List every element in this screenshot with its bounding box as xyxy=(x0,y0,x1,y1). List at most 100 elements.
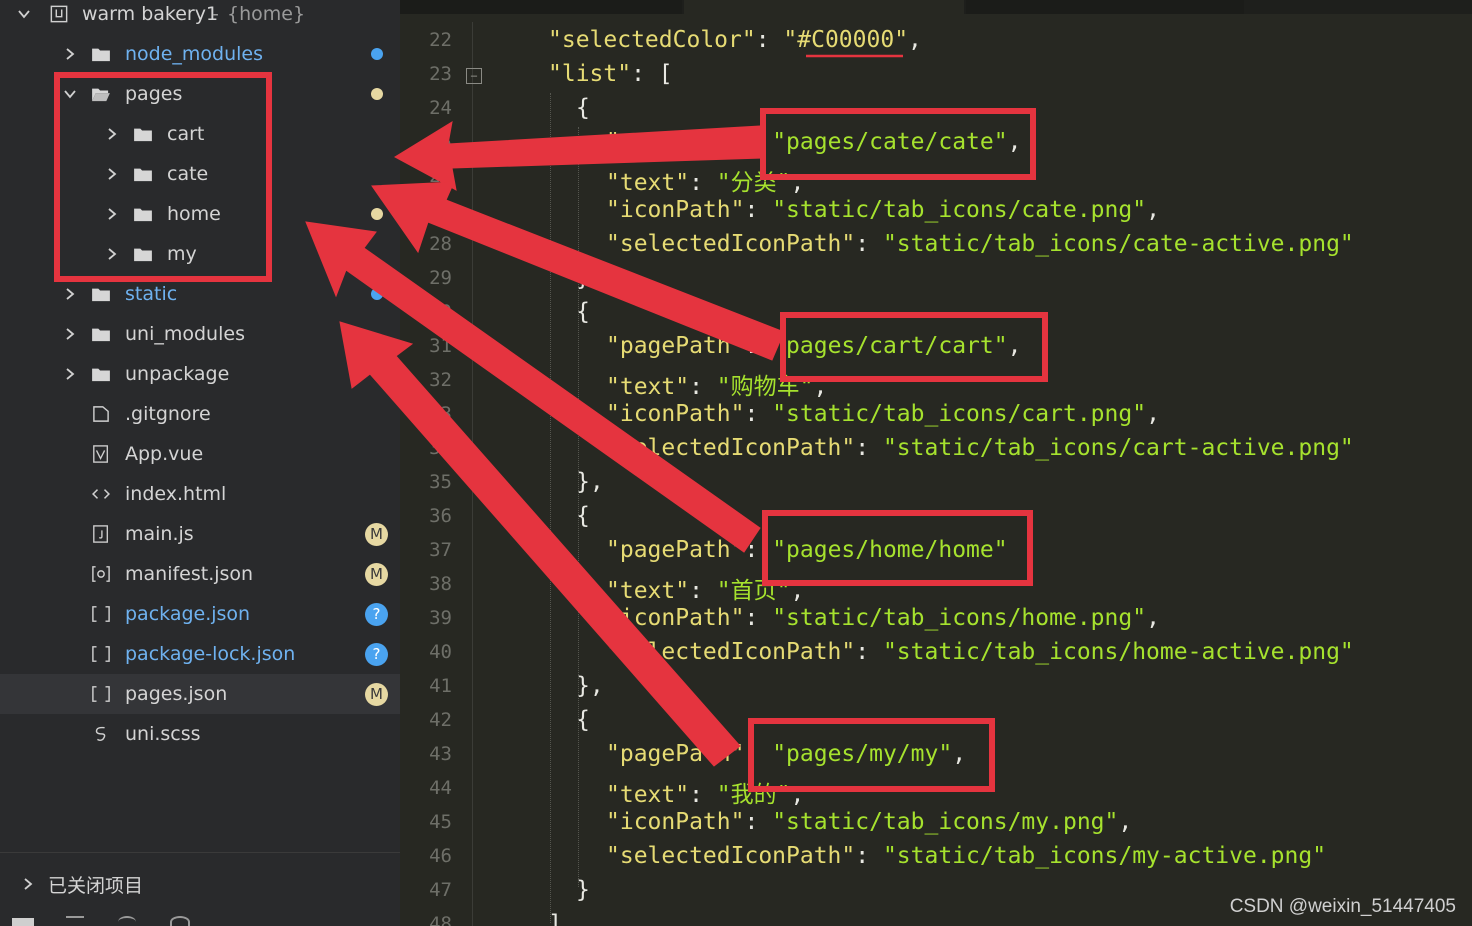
status-dot xyxy=(371,208,383,220)
gear-icon[interactable] xyxy=(66,916,84,926)
code-line[interactable]: "iconPath": "static/tab_icons/home.png", xyxy=(606,605,1160,631)
tree-item-label: uni.scss xyxy=(125,723,201,745)
editor-tab[interactable] xyxy=(400,0,682,14)
json-key: "text" xyxy=(606,782,690,808)
json-key: "text" xyxy=(606,374,690,400)
editor-tab[interactable] xyxy=(966,0,1244,14)
code-line[interactable]: "selectedIconPath": "static/tab_icons/ca… xyxy=(606,435,1354,461)
modified-badge: M xyxy=(365,522,388,546)
modified-badge: M xyxy=(365,562,388,586)
json-punctuation: : xyxy=(689,782,717,808)
project-root-row[interactable]: warm bakery1 - {home} xyxy=(0,0,400,34)
code-line[interactable]: "iconPath": "static/tab_icons/cate.png", xyxy=(606,197,1160,223)
json-key: "selectedIconPath" xyxy=(606,435,856,461)
json-punctuation: : xyxy=(855,231,883,257)
json-key: "list" xyxy=(548,61,632,87)
code-line[interactable]: "iconPath": "static/tab_icons/my.png", xyxy=(606,809,1132,835)
json-punctuation: }, xyxy=(576,673,604,699)
tree-file-app-vue[interactable]: App.vue xyxy=(0,434,400,474)
line-number: 31 xyxy=(429,335,452,357)
json-punctuation: : xyxy=(744,333,773,359)
json-key: "iconPath" xyxy=(606,605,745,631)
chevron-right-icon[interactable] xyxy=(62,366,78,382)
code-line[interactable]: "selectedIconPath": "static/tab_icons/my… xyxy=(606,843,1326,869)
json-punctuation: , xyxy=(1118,809,1133,835)
json-punctuation: : [ xyxy=(631,61,673,87)
closed-projects-label: 已关闭项目 xyxy=(48,874,144,897)
json-key: "text" xyxy=(606,578,690,604)
json-key: "selectedIconPath" xyxy=(606,843,856,869)
json-key: "iconPath" xyxy=(606,809,745,835)
json-punctuation: : xyxy=(744,401,773,427)
tree-item-label: .gitgnore xyxy=(125,403,211,425)
closed-projects-section[interactable]: 已关闭项目 xyxy=(0,852,400,915)
chevron-right-icon[interactable] xyxy=(62,286,78,302)
tree-file-manifest-json[interactable]: manifest.json M xyxy=(0,554,400,594)
line-number: 23 xyxy=(429,63,452,85)
line-number: 34 xyxy=(429,437,452,459)
tree-item-label: uni_modules xyxy=(125,323,245,345)
tree-file-pages-json[interactable]: pages.json M xyxy=(0,674,400,714)
tree-file-gitgnore[interactable]: .gitgnore xyxy=(0,394,400,434)
tree-file-index-html[interactable]: index.html xyxy=(0,474,400,514)
tree-file-package-lock-json[interactable]: package-lock.json? xyxy=(0,634,400,674)
chevron-right-icon[interactable] xyxy=(20,876,36,892)
json-punctuation: , xyxy=(1146,197,1160,223)
json-punctuation: , xyxy=(908,27,922,53)
json-punctuation: : xyxy=(744,197,773,223)
project-name: warm bakery1 xyxy=(82,3,219,25)
json-punctuation: : xyxy=(744,605,773,631)
json-key: "pagePath" xyxy=(606,333,745,359)
code-line[interactable]: "selectedIconPath": "static/tab_icons/ca… xyxy=(606,231,1354,257)
folder-icon[interactable] xyxy=(12,918,34,926)
globe-icon[interactable] xyxy=(170,916,190,926)
json-file-icon xyxy=(90,645,112,663)
pages-folder-highlight xyxy=(54,72,272,282)
json-punctuation: , xyxy=(1146,401,1160,427)
json-punctuation: : xyxy=(689,170,717,196)
tree-folder-unpackage[interactable]: unpackage xyxy=(0,354,400,394)
tree-file-main-js[interactable]: main.js M xyxy=(0,514,400,554)
json-punctuation: : xyxy=(689,578,717,604)
json-punctuation: { xyxy=(576,95,590,121)
status-dot xyxy=(371,88,383,100)
code-line[interactable]: }, xyxy=(576,673,604,699)
tree-file-uni-scss[interactable]: uni.scss xyxy=(0,714,400,754)
chevron-down-icon[interactable] xyxy=(16,6,32,22)
editor-tab-active[interactable] xyxy=(684,0,964,14)
code-line[interactable]: "list": [ xyxy=(548,61,673,87)
code-line[interactable]: }, xyxy=(576,469,604,495)
line-number: 22 xyxy=(429,29,452,51)
json-value: "static/tab_icons/cart-active.png" xyxy=(882,435,1354,461)
fold-toggle-icon[interactable]: − xyxy=(466,68,482,84)
folder-icon xyxy=(90,45,112,63)
tree-file-package-json[interactable]: package.json? xyxy=(0,594,400,634)
tree-folder-uni-modules[interactable]: uni_modules xyxy=(0,314,400,354)
line-number: 25 xyxy=(429,131,452,153)
tree-item-label: node_modules xyxy=(125,43,264,65)
json-file-icon xyxy=(90,605,112,623)
chevron-right-icon[interactable] xyxy=(62,46,78,62)
gutter-divider xyxy=(472,22,473,926)
code-line[interactable]: "iconPath": "static/tab_icons/cart.png", xyxy=(606,401,1160,427)
refresh-icon[interactable] xyxy=(118,916,136,926)
chevron-right-icon[interactable] xyxy=(62,326,78,342)
html-file-icon xyxy=(90,485,112,503)
json-value: "static/tab_icons/my-active.png" xyxy=(882,843,1327,869)
code-line[interactable]: "selectedColor": "#C00000", xyxy=(548,27,922,53)
json-punctuation: , xyxy=(1146,605,1160,631)
code-line[interactable]: { xyxy=(576,95,590,121)
code-line[interactable]: }, xyxy=(576,265,604,291)
code-line[interactable]: "selectedIconPath": "static/tab_icons/ho… xyxy=(606,639,1354,665)
line-number: 37 xyxy=(429,539,452,561)
my-path-highlight xyxy=(748,718,995,792)
tree-folder-node-modules[interactable]: node_modules xyxy=(0,34,400,74)
json-value: "static/tab_icons/home-active.png" xyxy=(882,639,1354,665)
line-number: 35 xyxy=(429,471,452,493)
json-punctuation: }, xyxy=(576,469,604,495)
json-key: "pagePath" xyxy=(606,537,745,563)
tree-item-label: pages.json xyxy=(125,683,228,705)
tree-item-label: App.vue xyxy=(125,443,204,465)
line-number: 26 xyxy=(429,165,452,187)
indent-guide xyxy=(550,93,552,923)
